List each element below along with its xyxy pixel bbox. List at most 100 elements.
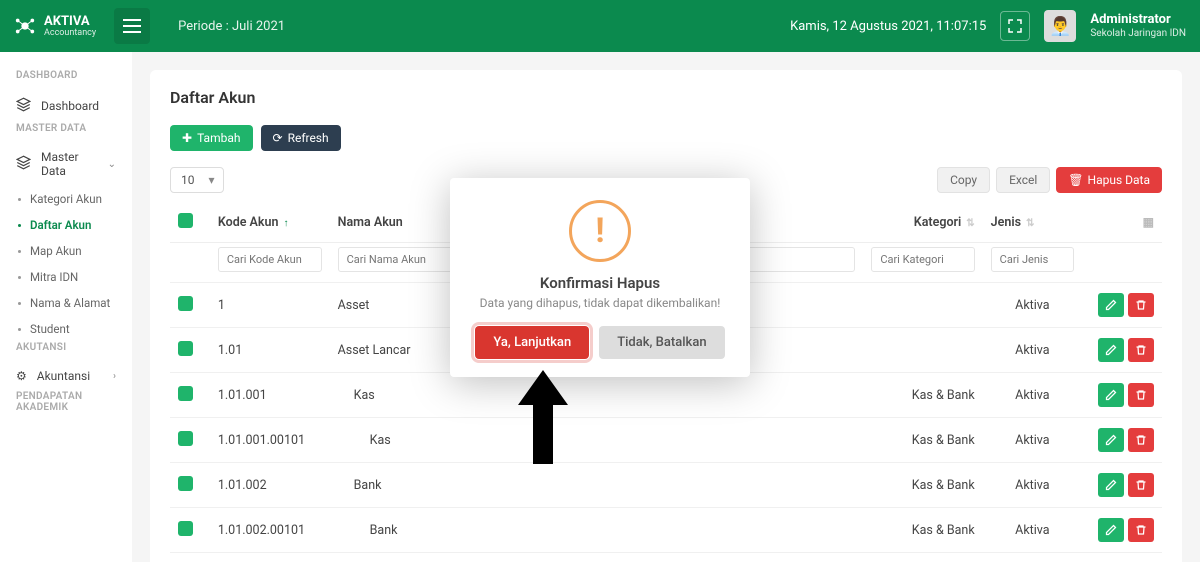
table-row: 1.01.002.00101 Bank Kas & Bank Aktiva xyxy=(170,508,1162,553)
trash-icon: 🗑 xyxy=(1068,173,1083,187)
col-kategori[interactable]: Kategori⇅ xyxy=(863,203,982,243)
delete-data-button[interactable]: 🗑Hapus Data xyxy=(1056,167,1162,193)
delete-button[interactable] xyxy=(1128,428,1154,452)
cell-kategori: Kas & Bank xyxy=(863,508,982,553)
chevron-right-icon: › xyxy=(113,371,116,382)
cell-kategori: Kas & Bank xyxy=(863,463,982,508)
sidebar-item[interactable]: ⚙Akuntansi› xyxy=(0,361,132,391)
user-org: Sekolah Jaringan IDN xyxy=(1090,28,1186,40)
sidebar-section-title: PENDAPATAN AKADEMIK xyxy=(0,391,132,421)
sidebar-section-title: DASHBOARD xyxy=(0,70,132,89)
modal-title: Konfirmasi Hapus xyxy=(470,274,730,292)
table-row: 1.01.001.00101 Kas Kas & Bank Aktiva xyxy=(170,418,1162,463)
chevron-down-icon: ⌄ xyxy=(108,159,116,170)
delete-button[interactable] xyxy=(1128,518,1154,542)
user-name: Administrator xyxy=(1090,12,1186,28)
brand-sub: Accountancy xyxy=(44,28,96,38)
confirm-modal: ! Konfirmasi Hapus Data yang dihapus, ti… xyxy=(450,178,750,377)
pagesize-select[interactable]: 10 xyxy=(170,167,224,193)
sidebar-subitem[interactable]: Map Akun xyxy=(0,238,132,264)
trash-icon xyxy=(1135,434,1147,446)
delete-button[interactable] xyxy=(1128,383,1154,407)
page-title: Daftar Akun xyxy=(170,88,1162,107)
cell-kategori xyxy=(863,283,982,328)
brand-name: AKTIVA xyxy=(44,15,96,28)
add-button[interactable]: ✚Tambah xyxy=(170,125,253,151)
col-kode[interactable]: Kode Akun↑ xyxy=(210,203,330,243)
sidebar-section-title: MASTER DATA xyxy=(0,123,132,142)
edit-button[interactable] xyxy=(1098,473,1124,497)
pencil-icon xyxy=(1105,389,1117,401)
select-all-checkbox[interactable] xyxy=(178,213,193,228)
confirm-button[interactable]: Ya, Lanjutkan xyxy=(475,326,589,359)
col-jenis[interactable]: Jenis⇅ xyxy=(983,203,1082,243)
excel-button[interactable]: Excel xyxy=(996,167,1050,193)
sidebar-subitem[interactable]: Mitra IDN xyxy=(0,264,132,290)
modal-text: Data yang dihapus, tidak dapat dikembali… xyxy=(470,296,730,310)
copy-button[interactable]: Copy xyxy=(937,167,990,193)
sidebar-subitem[interactable]: Nama & Alamat xyxy=(0,290,132,316)
cell-jenis: Aktiva xyxy=(983,373,1082,418)
cell-jenis: Aktiva xyxy=(983,463,1082,508)
refresh-button[interactable]: ⟳Refresh xyxy=(261,125,341,151)
cell-nama: Bank xyxy=(330,508,864,553)
row-checkbox[interactable] xyxy=(178,386,193,401)
row-checkbox[interactable] xyxy=(178,431,193,446)
trash-icon xyxy=(1135,389,1147,401)
cell-kode: 1 xyxy=(210,283,330,328)
delete-button[interactable] xyxy=(1128,338,1154,362)
row-checkbox[interactable] xyxy=(178,296,193,311)
sidebar: DASHBOARDDashboardMASTER DATAMaster Data… xyxy=(0,52,132,562)
cell-kode: 1.01.002 xyxy=(210,463,330,508)
cell-nama: Kas xyxy=(330,373,864,418)
cell-kategori: Kas & Bank xyxy=(863,418,982,463)
fullscreen-button[interactable] xyxy=(1000,11,1030,41)
sidebar-subitem[interactable]: Daftar Akun xyxy=(0,212,132,238)
filter-kategori-input[interactable] xyxy=(871,247,974,272)
delete-button[interactable] xyxy=(1128,473,1154,497)
filter-kode-input[interactable] xyxy=(218,247,322,272)
topbar: AKTIVA Accountancy Periode : Juli 2021 K… xyxy=(0,0,1200,52)
refresh-icon: ⟳ xyxy=(273,131,283,145)
cell-jenis: Aktiva xyxy=(983,283,1082,328)
avatar[interactable]: 👨‍💼 xyxy=(1044,10,1076,42)
logo: AKTIVA Accountancy xyxy=(14,15,96,38)
sidebar-subitem[interactable]: Kategori Akun xyxy=(0,186,132,212)
grid-icon[interactable]: ▦ xyxy=(1143,215,1154,229)
trash-icon xyxy=(1135,524,1147,536)
cell-nama: Kas xyxy=(330,418,864,463)
trash-icon xyxy=(1135,479,1147,491)
delete-button[interactable] xyxy=(1128,293,1154,317)
logo-icon xyxy=(14,15,36,37)
row-checkbox[interactable] xyxy=(178,341,193,356)
filter-jenis-input[interactable] xyxy=(991,247,1074,272)
fullscreen-icon xyxy=(1008,19,1022,33)
cell-jenis: Aktiva xyxy=(983,508,1082,553)
cell-kode: 1.01.002.00102 xyxy=(210,553,330,562)
periode-label: Periode : Juli 2021 xyxy=(178,19,285,34)
cell-kode: 1.01.001.00101 xyxy=(210,418,330,463)
cell-jenis: Aktiva xyxy=(983,328,1082,373)
pencil-icon xyxy=(1105,434,1117,446)
edit-button[interactable] xyxy=(1098,518,1124,542)
row-checkbox[interactable] xyxy=(178,476,193,491)
row-checkbox[interactable] xyxy=(178,521,193,536)
cancel-button[interactable]: Tidak, Batalkan xyxy=(599,326,724,359)
sidebar-subitem[interactable]: Student xyxy=(0,316,132,342)
edit-button[interactable] xyxy=(1098,428,1124,452)
cell-jenis: Aktiva xyxy=(983,418,1082,463)
edit-button[interactable] xyxy=(1098,293,1124,317)
edit-button[interactable] xyxy=(1098,338,1124,362)
trash-icon xyxy=(1135,344,1147,356)
hamburger-button[interactable] xyxy=(114,8,150,44)
sidebar-item[interactable]: Dashboard xyxy=(0,89,132,123)
cell-kode: 1.01 xyxy=(210,328,330,373)
sidebar-item[interactable]: Master Data⌄ xyxy=(0,142,132,186)
table-row: 1.01.001 Kas Kas & Bank Aktiva xyxy=(170,373,1162,418)
cell-nama: Bank xyxy=(330,463,864,508)
warning-icon: ! xyxy=(569,200,631,262)
settings-icon: ⚙ xyxy=(16,369,27,383)
cell-nama: Bank 2 xyxy=(330,553,864,562)
edit-button[interactable] xyxy=(1098,383,1124,407)
cell-kategori: Kas & Bank xyxy=(863,553,982,562)
